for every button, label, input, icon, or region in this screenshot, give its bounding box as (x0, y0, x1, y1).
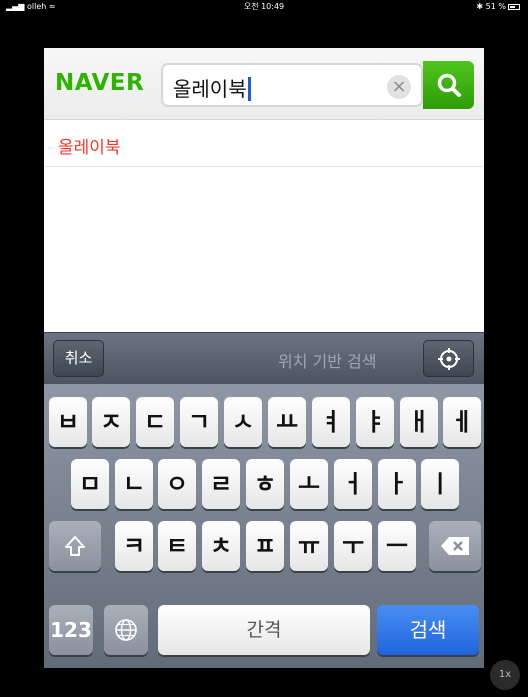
key-o[interactable]: ㅗ (290, 459, 328, 509)
key-yu[interactable]: ㅠ (290, 521, 328, 571)
backspace-key[interactable] (429, 521, 481, 571)
battery-icon (508, 3, 520, 10)
key-pieup[interactable]: ㅍ (246, 521, 284, 571)
key-i[interactable]: ㅣ (421, 459, 459, 509)
key-nieun[interactable]: ㄴ (115, 459, 153, 509)
crosshair-icon (438, 348, 460, 370)
search-button[interactable] (423, 61, 474, 109)
key-ae[interactable]: ㅐ (400, 397, 438, 447)
key-kieuk[interactable]: ㅋ (115, 521, 153, 571)
globe-key[interactable] (104, 605, 148, 655)
key-digeut[interactable]: ㄷ (136, 397, 174, 447)
key-mieum[interactable]: ㅁ (71, 459, 109, 509)
cancel-button[interactable]: 취소 (53, 340, 104, 377)
key-giyeok[interactable]: ㄱ (180, 397, 218, 447)
key-eu[interactable]: ㅡ (378, 521, 416, 571)
key-chieut[interactable]: ㅊ (202, 521, 240, 571)
key-u[interactable]: ㅜ (334, 521, 372, 571)
globe-icon (115, 619, 137, 641)
search-icon (437, 73, 461, 97)
status-bar: ▂▄▆ olleh ≈ 오전 10:49 ✱ 51 % (0, 0, 528, 14)
battery-indicator: ✱ 51 % (476, 0, 520, 14)
key-rieul[interactable]: ㄹ (202, 459, 240, 509)
key-eo[interactable]: ㅓ (334, 459, 372, 509)
search-input[interactable]: 올레이북 × (161, 63, 423, 107)
key-e[interactable]: ㅔ (443, 397, 481, 447)
key-yeo[interactable]: ㅕ (312, 397, 350, 447)
key-siot[interactable]: ㅅ (224, 397, 262, 447)
zoom-badge[interactable]: 1x (490, 660, 520, 690)
location-button[interactable] (423, 340, 474, 377)
numbers-key[interactable]: 123 (49, 605, 93, 655)
korean-keyboard: ㅂ ㅈ ㄷ ㄱ ㅅ ㅛ ㅕ ㅑ ㅐ ㅔ ㅁ ㄴ ㅇ ㄹ ㅎ ㅗ ㅓ ㅏ ㅣ ㅋ … (44, 384, 484, 668)
app-screen: NAVER 올레이북 × 올레이북 취소 위치 기반 검색 ㅂ ㅈ ㄷ ㄱ ㅅ … (44, 48, 484, 668)
search-query[interactable]: 올레이북 (173, 73, 251, 102)
shift-icon (65, 536, 85, 556)
status-time: 오전 10:49 (243, 2, 285, 11)
key-bieup[interactable]: ㅂ (49, 397, 87, 447)
suggestion-item[interactable]: 올레이북 (44, 120, 484, 167)
suggestion-text: 올레이북 (58, 138, 121, 158)
keyboard-accessory-bar: 취소 위치 기반 검색 (44, 332, 484, 384)
shift-key[interactable] (49, 521, 101, 571)
key-hieut[interactable]: ㅎ (246, 459, 284, 509)
search-header: NAVER 올레이북 × (44, 48, 484, 120)
key-a[interactable]: ㅏ (378, 459, 416, 509)
naver-logo[interactable]: NAVER (55, 70, 144, 96)
key-jieut[interactable]: ㅈ (92, 397, 130, 447)
key-yo[interactable]: ㅛ (268, 397, 306, 447)
backspace-icon (441, 537, 469, 555)
key-tieut[interactable]: ㅌ (158, 521, 196, 571)
text-caret (247, 77, 251, 101)
location-search-label[interactable]: 위치 기반 검색 (278, 348, 377, 372)
space-key[interactable]: 간격 (158, 605, 370, 655)
key-ya[interactable]: ㅑ (356, 397, 394, 447)
clear-icon[interactable]: × (387, 75, 411, 99)
search-key[interactable]: 검색 (377, 605, 479, 655)
key-ieung[interactable]: ㅇ (158, 459, 196, 509)
